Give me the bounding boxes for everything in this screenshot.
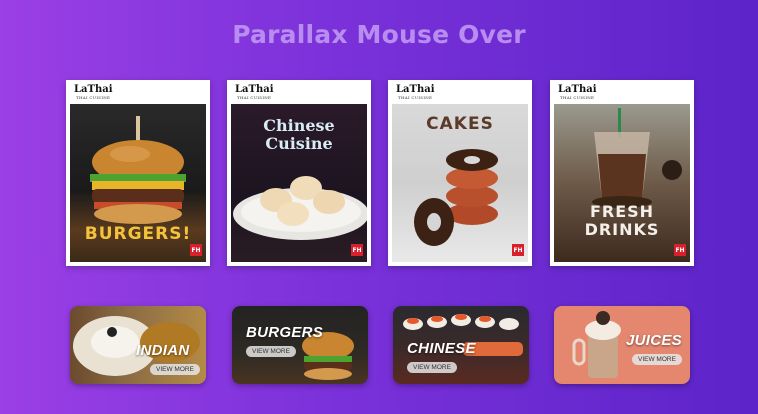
card-brand: LaThai (558, 84, 597, 95)
donuts-photo: CAKES FH (392, 104, 528, 262)
view-more-button[interactable]: VIEW MORE (246, 346, 296, 357)
card-caption-line2: DRINKS (584, 220, 660, 239)
card-subtitle: THAI CUISINE (237, 95, 272, 100)
banner-chinese[interactable]: CHINESE VIEW MORE (393, 306, 529, 384)
page-title: Parallax Mouse Over (232, 20, 526, 49)
banner-indian[interactable]: INDIAN VIEW MORE (70, 306, 206, 384)
card-subtitle: THAI CUISINE (560, 95, 595, 100)
card-burgers[interactable]: LaThai THAI CUISINE BURGERS! FH (66, 80, 210, 266)
view-more-button[interactable]: VIEW MORE (632, 354, 682, 365)
burger-photo: BURGERS! FH (70, 104, 206, 262)
card-brand: LaThai (235, 84, 274, 95)
card-drinks[interactable]: LaThai THAI CUISINE FRESH DRINKS FH (550, 80, 694, 266)
fh-badge: FH (674, 244, 686, 256)
banner-juices[interactable]: JUICES VIEW MORE (554, 306, 690, 384)
card-brand: LaThai (74, 84, 113, 95)
card-caption-line2: Cuisine (265, 134, 333, 153)
card-caption-line1: Chinese (263, 116, 335, 135)
card-cakes[interactable]: LaThai THAI CUISINE CAKES FH (388, 80, 532, 266)
dumplings-photo: Chinese Cuisine FH (231, 104, 367, 262)
card-caption: CAKES (426, 114, 494, 134)
banner-label: CHINESE (407, 340, 476, 357)
drinks-photo: FRESH DRINKS FH (554, 104, 690, 262)
banner-label: INDIAN (136, 342, 190, 359)
banner-label: JUICES (626, 332, 682, 349)
banner-burgers[interactable]: BURGERS VIEW MORE (232, 306, 368, 384)
card-subtitle: THAI CUISINE (398, 95, 433, 100)
card-subtitle: THAI CUISINE (76, 95, 111, 100)
banner-label: BURGERS (246, 324, 324, 341)
fh-badge: FH (512, 244, 524, 256)
card-chinese[interactable]: LaThai THAI CUISINE Chinese Cuisine FH (227, 80, 371, 266)
view-more-button[interactable]: VIEW MORE (150, 364, 200, 375)
card-caption: BURGERS! (84, 224, 192, 244)
view-more-button[interactable]: VIEW MORE (407, 362, 457, 373)
fh-badge: FH (190, 244, 202, 256)
card-brand: LaThai (396, 84, 435, 95)
fh-badge: FH (351, 244, 363, 256)
card-caption-line1: FRESH (589, 202, 655, 221)
